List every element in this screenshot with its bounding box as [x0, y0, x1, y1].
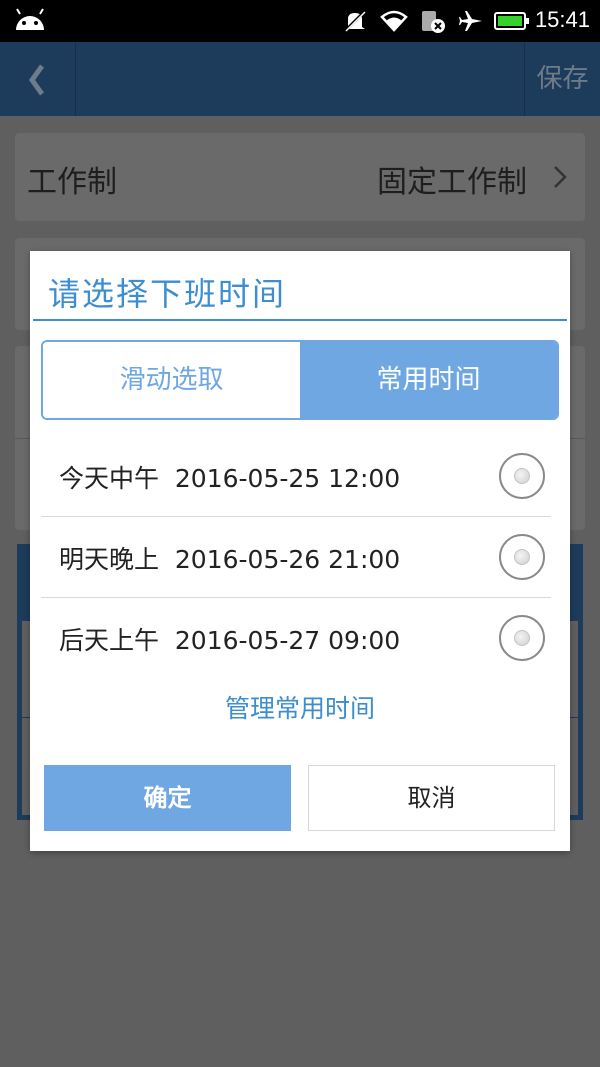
tab-slide-select[interactable]: 滑动选取 [43, 342, 300, 418]
time-picker-dialog: 请选择下班时间 滑动选取 常用时间 今天中午 2016-05-25 12:00 … [30, 251, 570, 851]
work-schedule-label: 工作制 [27, 165, 117, 200]
app-header: 保存 [0, 42, 600, 116]
wifi-icon [380, 10, 408, 32]
time-option-label: 今天中午 2016-05-25 12:00 [59, 464, 401, 493]
time-option[interactable]: 今天中午 2016-05-25 12:00 [41, 436, 551, 516]
dialog-title: 请选择下班时间 [48, 275, 287, 313]
status-bar: 15:41 [0, 0, 600, 42]
work-schedule-row[interactable]: 工作制 固定工作制 [15, 133, 585, 221]
chevron-left-icon [28, 64, 45, 96]
battery-icon [494, 12, 529, 30]
confirm-button[interactable]: 确定 [44, 765, 291, 831]
airplane-icon [459, 11, 482, 31]
title-divider [33, 319, 567, 321]
sim-off-icon [422, 11, 445, 33]
android-icon [16, 8, 44, 30]
tab-common-time[interactable]: 常用时间 [300, 342, 557, 418]
mute-icon [343, 9, 367, 33]
time-option-label: 明天晚上 2016-05-26 21:00 [59, 545, 401, 574]
time-option[interactable]: 后天上午 2016-05-27 09:00 [41, 598, 551, 678]
radio-button[interactable] [499, 534, 545, 580]
mode-switch: 滑动选取 常用时间 [41, 340, 559, 420]
clock: 15:41 [534, 7, 590, 32]
radio-button[interactable] [499, 453, 545, 499]
chevron-right-icon [554, 166, 567, 188]
manage-common-times-link[interactable]: 管理常用时间 [30, 689, 570, 725]
radio-button[interactable] [499, 615, 545, 661]
cancel-button[interactable]: 取消 [308, 765, 555, 831]
time-option-label: 后天上午 2016-05-27 09:00 [59, 626, 401, 655]
back-button[interactable] [0, 42, 76, 116]
work-schedule-value: 固定工作制 [377, 165, 527, 200]
time-option[interactable]: 明天晚上 2016-05-26 21:00 [41, 517, 551, 597]
save-button[interactable]: 保存 [524, 42, 600, 116]
